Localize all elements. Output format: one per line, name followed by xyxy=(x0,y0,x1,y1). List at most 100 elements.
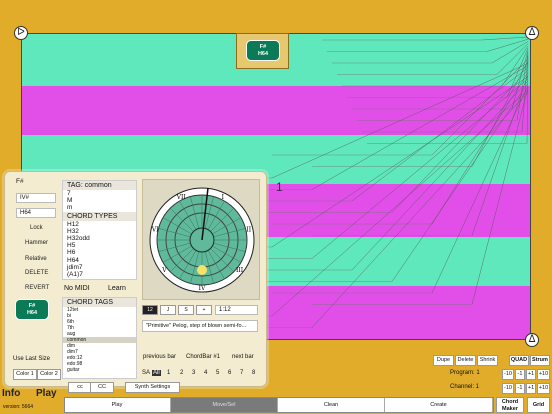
bar-line xyxy=(351,80,529,271)
channel-plus-1[interactable]: +1 xyxy=(526,383,536,394)
tab-create[interactable]: Create xyxy=(385,398,493,412)
program-minus-10[interactable]: -10 xyxy=(502,369,514,380)
bar-line xyxy=(431,72,529,225)
channel-minus-1[interactable]: -1 xyxy=(515,383,525,394)
color2-button[interactable]: Color 2 xyxy=(37,369,61,380)
info-button[interactable]: Info xyxy=(2,388,20,399)
list-item[interactable]: H64 xyxy=(63,257,136,264)
number-2[interactable]: 2 xyxy=(180,370,183,376)
channel-plus-10[interactable]: +10 xyxy=(537,383,550,394)
grid-button[interactable]: Grid xyxy=(527,397,550,413)
next-bar-button[interactable]: next bar xyxy=(232,354,254,360)
program-plus-10[interactable]: +10 xyxy=(537,369,550,380)
wheel-degree-label: II xyxy=(246,226,251,233)
bar-line xyxy=(351,67,529,202)
number-3[interactable]: 3 xyxy=(192,370,195,376)
hammer-button[interactable]: Hammer xyxy=(25,240,48,246)
relative-button[interactable]: Relative xyxy=(25,256,47,262)
previous-bar-button[interactable]: previous bar xyxy=(143,354,176,360)
bar-line xyxy=(271,89,529,317)
wheel-degree-label: IV xyxy=(199,285,206,292)
delete-chord-button[interactable]: DELETE xyxy=(25,270,48,276)
list-item[interactable]: H6 xyxy=(63,249,136,256)
list-item[interactable]: M xyxy=(63,197,136,204)
bar-line xyxy=(481,36,529,41)
ratio-field[interactable]: 1:12 xyxy=(215,305,258,315)
chord-tile[interactable]: F# H64 xyxy=(236,33,289,69)
number-7[interactable]: 7 xyxy=(240,370,243,376)
program-minus-1[interactable]: -1 xyxy=(515,369,525,380)
current-chordbar: ChordBar #1 xyxy=(186,354,221,360)
chord-maker-button[interactable]: Chord Maker xyxy=(496,397,524,413)
segment-plus[interactable]: + xyxy=(196,305,212,315)
number-1[interactable]: 1 xyxy=(167,370,170,376)
quad-button[interactable]: QUAD xyxy=(509,355,529,366)
play-button[interactable]: Play xyxy=(36,388,57,399)
synth-settings-button[interactable]: Synth Settings xyxy=(125,382,180,393)
no-midi-button[interactable]: No MIDI xyxy=(64,285,90,292)
segment-s[interactable]: S xyxy=(178,305,194,315)
corner-handle-top-right[interactable]: ᐃ xyxy=(525,26,539,40)
revert-button[interactable]: REVERT xyxy=(25,285,49,291)
number-5[interactable]: 5 xyxy=(216,370,219,376)
wheel-degree-label: VI xyxy=(151,226,159,233)
color1-button[interactable]: Color 1 xyxy=(13,369,37,380)
wheel-root-dot[interactable] xyxy=(197,265,207,275)
segment-j[interactable]: J xyxy=(160,305,176,315)
chord-chip-type: H64 xyxy=(257,51,269,57)
list-item[interactable]: 7 xyxy=(63,190,136,197)
chord-tags-list[interactable]: CHORD TAGS 12tet bi 6th 7th aug common d… xyxy=(62,297,137,379)
chord-types-header: CHORD TYPES xyxy=(63,211,136,221)
list-item[interactable]: jdim7 xyxy=(63,264,136,271)
learn-button[interactable]: Learn xyxy=(108,285,126,292)
bar-line xyxy=(526,56,529,144)
program-label: Program: 1 xyxy=(450,370,480,376)
number-8[interactable]: 8 xyxy=(252,370,255,376)
corner-handle-bottom-right[interactable]: ᐃ xyxy=(525,333,539,347)
list-item[interactable]: (A1)7 xyxy=(63,271,136,278)
lock-button[interactable]: Lock xyxy=(30,225,43,231)
segment-12[interactable]: 12 xyxy=(142,305,158,315)
strum-button[interactable]: Strum xyxy=(530,355,550,366)
wheel-degree-label: III xyxy=(236,267,244,274)
list-item[interactable]: H32 xyxy=(63,228,136,235)
bar-line xyxy=(311,78,529,259)
bar-marker: 1 xyxy=(276,180,283,194)
number-6[interactable]: 6 xyxy=(228,370,231,376)
cc-button[interactable]: cc xyxy=(68,382,92,393)
tab-clean[interactable]: Clean xyxy=(278,398,385,412)
bar-line xyxy=(391,69,529,213)
list-item[interactable]: H12 xyxy=(63,221,136,228)
delete-button[interactable]: Delete xyxy=(455,355,476,366)
number-4[interactable]: 4 xyxy=(204,370,207,376)
dupe-button[interactable]: Dupe xyxy=(433,355,454,366)
use-last-size[interactable]: Use Last Size xyxy=(13,356,50,362)
number-sa[interactable]: SA xyxy=(142,370,150,376)
tab-play[interactable]: Play xyxy=(64,398,171,412)
panel-chord-chip[interactable]: F# H64 xyxy=(15,299,49,320)
number-all[interactable]: All xyxy=(152,370,161,376)
chord-type-field[interactable]: H64 xyxy=(16,208,56,218)
list-item[interactable]: H5 xyxy=(63,242,136,249)
list-item[interactable]: H32odd xyxy=(63,235,136,242)
cc-button-2[interactable]: CC xyxy=(90,382,114,393)
version-label: version: 5664 xyxy=(3,404,34,410)
chord-wheel[interactable]: IIIIIIIVVVIVII xyxy=(143,180,261,301)
bar-line xyxy=(431,85,529,294)
tab-move-sel[interactable]: Move/Sel xyxy=(171,398,278,412)
list-item[interactable]: m xyxy=(63,204,136,211)
chord-type-list[interactable]: TAG: common 7 M m CHORD TYPES H12 H32 H3… xyxy=(62,180,137,280)
program-plus-1[interactable]: +1 xyxy=(526,369,536,380)
shrink-button[interactable]: Shrink xyxy=(477,355,498,366)
chord-chip[interactable]: F# H64 xyxy=(246,40,280,61)
roman-field[interactable]: IV# xyxy=(16,193,56,203)
chord-chip-name: F# xyxy=(259,44,267,50)
list-item[interactable]: guitar xyxy=(63,367,136,373)
panel-chip-type: H64 xyxy=(26,310,38,316)
channel-minus-10[interactable]: -10 xyxy=(502,383,514,394)
wheel-degree-label: V xyxy=(161,267,167,274)
chord-tags-header: CHORD TAGS xyxy=(63,298,136,307)
root-label: F# xyxy=(16,178,24,185)
corner-handle-top-left[interactable]: ᐅ xyxy=(14,26,28,40)
chord-wheel-box[interactable]: I II III IV V VI VII xyxy=(142,179,260,300)
